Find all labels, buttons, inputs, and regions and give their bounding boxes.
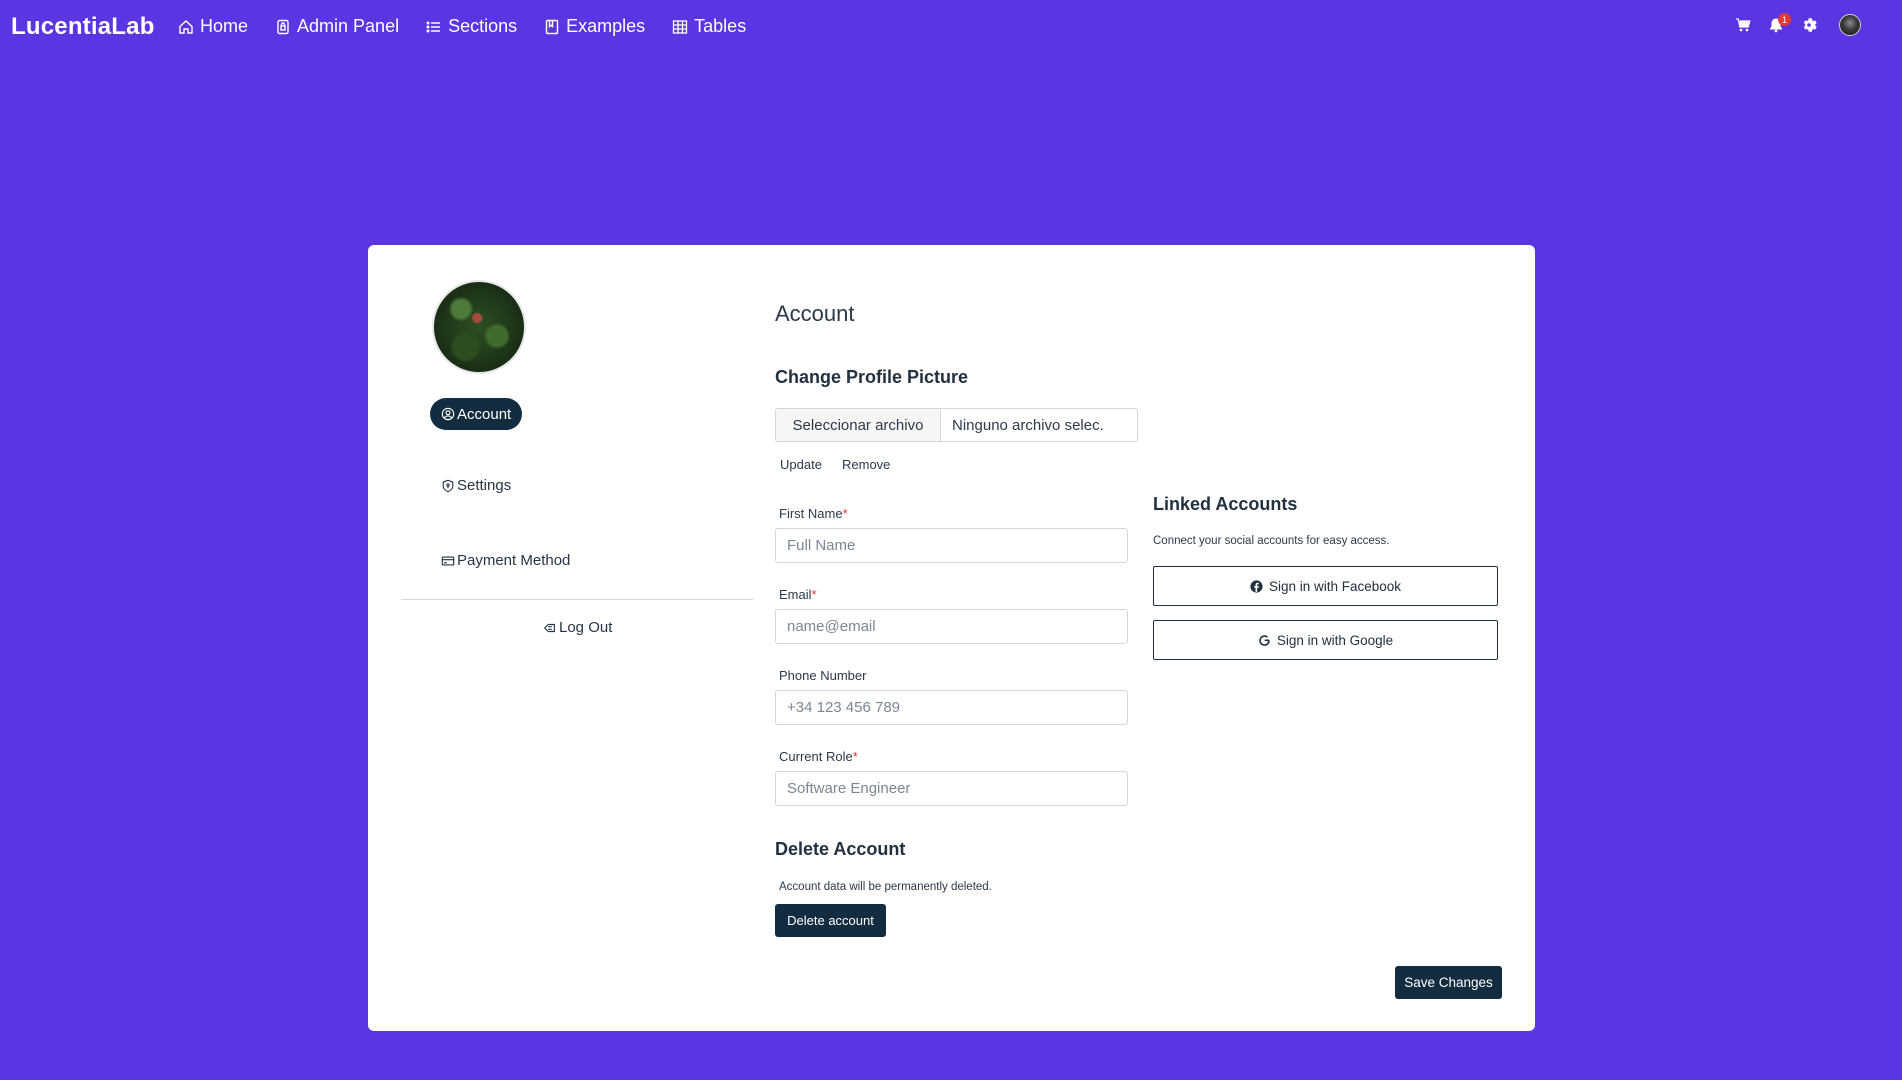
- remove-picture-button[interactable]: Remove: [842, 457, 890, 472]
- file-status: Ninguno archivo selec.: [952, 416, 1104, 434]
- brand-logo[interactable]: LucentiaLab: [11, 13, 155, 41]
- user-circle-icon: [441, 407, 455, 421]
- sidebar-item-label: Settings: [457, 477, 512, 494]
- sidebar-item-account[interactable]: Account: [430, 398, 523, 430]
- role-field[interactable]: [775, 771, 1128, 806]
- delete-account-button[interactable]: Delete account: [775, 904, 886, 937]
- sidebar-item-settings[interactable]: Settings: [441, 477, 511, 494]
- facebook-signin-label: Sign in with Facebook: [1268, 578, 1402, 594]
- bookmark-icon: [545, 19, 559, 34]
- sidebar-divider: [401, 599, 753, 600]
- cart-button[interactable]: [1735, 17, 1753, 35]
- nav-right-icons: 1: [1735, 13, 1861, 36]
- google-icon: [1259, 634, 1270, 646]
- top-navbar: LucentiaLab Home Admin Panel Sections Ex…: [0, 0, 1902, 56]
- sidebar-item-logout[interactable]: Log Out: [543, 619, 612, 636]
- home-icon: [179, 19, 193, 34]
- nav-tables[interactable]: Tables: [672, 16, 746, 37]
- linked-accounts-note: Connect your social accounts for easy ac…: [1153, 535, 1390, 547]
- page-title: Account: [775, 301, 855, 326]
- notifications-button[interactable]: 1: [1768, 13, 1791, 35]
- choose-file-button[interactable]: Seleccionar archivo: [776, 409, 941, 441]
- list-icon: [426, 21, 441, 32]
- role-label: Current Role*: [779, 749, 858, 764]
- nav-sections[interactable]: Sections: [426, 16, 517, 37]
- nav-home-label: Home: [200, 16, 249, 36]
- nav-tables-label: Tables: [694, 16, 747, 36]
- first-name-field[interactable]: [775, 528, 1128, 563]
- nav-examples-label: Examples: [566, 16, 646, 36]
- credit-card-icon: [441, 555, 455, 566]
- sidebar-item-label: Account: [457, 405, 512, 423]
- nav-admin-label: Admin Panel: [297, 16, 400, 36]
- email-label: Email*: [779, 587, 817, 602]
- notification-badge: 1: [1778, 13, 1791, 26]
- nav-links: Home Admin Panel Sections Examples Table…: [178, 16, 773, 37]
- nav-admin-panel[interactable]: Admin Panel: [275, 16, 399, 37]
- settings-button[interactable]: [1801, 17, 1819, 35]
- nav-home[interactable]: Home: [178, 16, 248, 37]
- sidebar-item-payment-method[interactable]: Payment Method: [441, 552, 570, 569]
- save-changes-button[interactable]: Save Changes: [1395, 966, 1502, 999]
- nav-sections-label: Sections: [448, 16, 518, 36]
- change-picture-heading: Change Profile Picture: [775, 367, 969, 387]
- phone-label: Phone Number: [779, 668, 867, 683]
- shield-icon: [442, 479, 454, 492]
- nav-examples[interactable]: Examples: [544, 16, 645, 37]
- gear-icon: [1803, 18, 1817, 32]
- avatar[interactable]: [1839, 14, 1861, 36]
- delete-account-note: Account data will be permanently deleted…: [779, 881, 992, 893]
- google-signin-button[interactable]: Sign in with Google: [1153, 620, 1498, 660]
- sidebar-item-label: Log Out: [559, 619, 613, 636]
- update-picture-button[interactable]: Update: [780, 457, 822, 472]
- account-card: Account Settings Payment Method Log Out …: [368, 245, 1535, 1031]
- first-name-label: First Name*: [779, 506, 848, 521]
- sidebar-item-label: Payment Method: [457, 552, 571, 569]
- file-input[interactable]: Seleccionar archivo Ninguno archivo sele…: [775, 408, 1138, 442]
- phone-field[interactable]: [775, 690, 1128, 725]
- google-signin-label: Sign in with Google: [1276, 632, 1394, 648]
- linked-accounts-heading: Linked Accounts: [1153, 494, 1298, 514]
- facebook-signin-button[interactable]: Sign in with Facebook: [1153, 566, 1498, 606]
- profile-picture: [432, 280, 526, 374]
- delete-account-heading: Delete Account: [775, 839, 906, 859]
- email-field[interactable]: [775, 609, 1128, 644]
- cart-icon: [1736, 18, 1751, 32]
- facebook-icon: [1250, 579, 1263, 593]
- logout-icon: [543, 623, 555, 632]
- table-icon: [673, 19, 688, 34]
- lock-icon: [277, 19, 289, 34]
